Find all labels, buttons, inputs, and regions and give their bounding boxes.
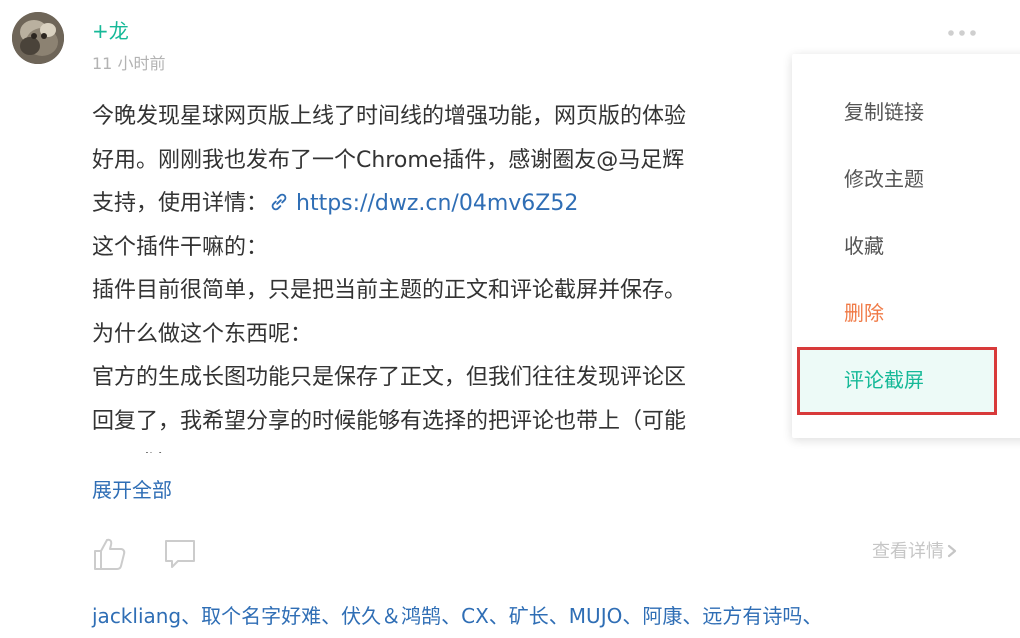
more-dots-icon[interactable] <box>946 28 978 38</box>
avatar-image <box>12 12 64 64</box>
author-name[interactable]: +龙 <box>92 18 129 44</box>
post-link-text[interactable]: https://dwz.cn/04mv6Z52 <box>296 191 578 216</box>
content-line: 官方的生成长图功能只是保存了正文，但我们往往发现评论区 <box>92 365 687 390</box>
avatar[interactable] <box>12 12 64 64</box>
view-details-link[interactable]: 查看详情 <box>872 540 958 564</box>
link-icon <box>271 193 287 211</box>
menu-item-copy-link[interactable]: 复制链接 <box>844 98 924 126</box>
content-line: 这个插件干嘛的： <box>92 234 269 260</box>
content-line: 回复了，我希望分享的时候能够有选择的把评论也带上（可能 <box>92 408 687 434</box>
content-line: 为什么做这个东西呢： <box>92 321 313 347</box>
chevron-right-icon <box>947 544 957 558</box>
content-line-text: 支持，使用详情： <box>92 191 269 216</box>
menu-item-edit-topic[interactable]: 修改主题 <box>844 165 924 193</box>
thumbs-up-icon[interactable] <box>92 536 128 572</box>
content-line: ，需求） <box>92 443 792 453</box>
liked-by-list[interactable]: jackliang、取个名字好难、伏久＆鸿鹄、CX、矿长、MUJO、阿康、远方有… <box>92 602 822 630</box>
content-line: 今晚发现星球网页版上线了时间线的增强功能，网页版的体验 <box>92 104 687 129</box>
content-line: 插件目前很简单，只是把当前主题的正文和评论截屏并保存。 <box>92 278 687 303</box>
post-link[interactable]: https://dwz.cn/04mv6Z52 <box>268 191 578 216</box>
content-line: 好用。刚刚我也发布了一个Chrome插件，感谢圈友@马足辉 <box>92 147 685 173</box>
menu-item-favorite[interactable]: 收藏 <box>844 232 884 260</box>
highlight-annotation-box <box>797 347 997 415</box>
expand-all-link[interactable]: 展开全部 <box>92 476 172 504</box>
post-content: 今晚发现星球网页版上线了时间线的增强功能，网页版的体验 好用。刚刚我也发布了一个… <box>92 95 792 453</box>
comment-icon[interactable] <box>162 536 198 572</box>
content-line: 支持，使用详情： https://dwz.cn/04mv6Z52 <box>92 182 792 226</box>
post-time: 11 小时前 <box>92 54 166 73</box>
menu-item-delete[interactable]: 删除 <box>844 299 884 327</box>
view-details-label[interactable]: 查看详情 <box>872 541 944 562</box>
